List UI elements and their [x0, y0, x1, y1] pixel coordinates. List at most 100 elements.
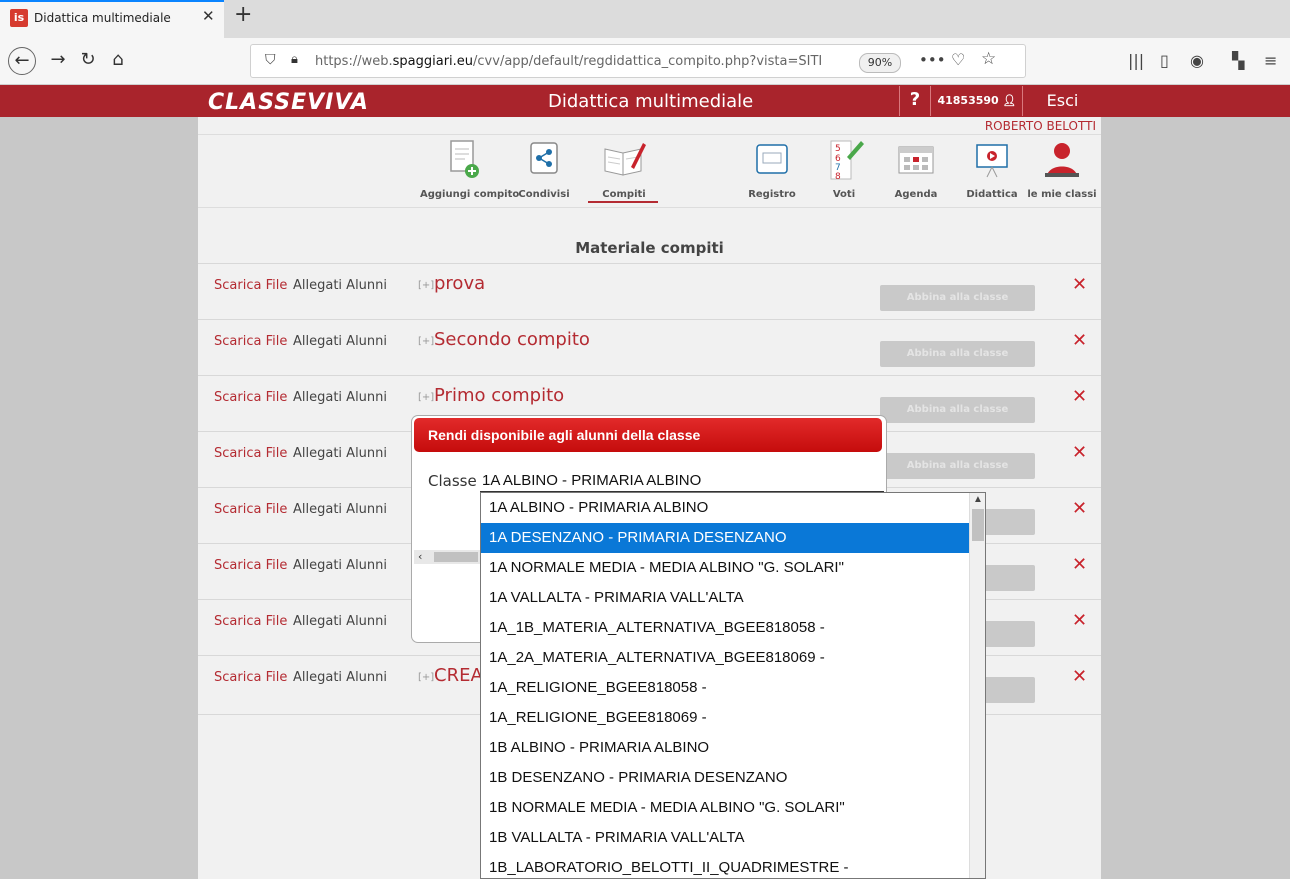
divider	[198, 207, 1101, 208]
horizontal-scrollbar[interactable]: ‹	[414, 550, 480, 564]
scrollbar-thumb[interactable]	[972, 509, 984, 541]
download-file-link[interactable]: Scarica File	[214, 502, 287, 517]
dropdown-option[interactable]: 1B_LABORATORIO_BELOTTI_II_QUADRIMESTRE -	[481, 853, 969, 878]
assign-class-button[interactable]: Abbina alla classe	[880, 341, 1035, 367]
download-file-link[interactable]: Scarica File	[214, 390, 287, 405]
dropdown-option[interactable]: 1A_2A_MATERIA_ALTERNATIVA_BGEE818069 -	[481, 643, 969, 673]
user-id[interactable]: 41853590 👤︎	[930, 86, 1023, 116]
nav-label: Aggiungi compito	[420, 189, 520, 200]
scroll-left-icon[interactable]: ‹	[418, 550, 422, 563]
student-attachments-link[interactable]: Allegati Alunni	[293, 446, 387, 461]
sidebar-icon[interactable]: ▯	[1160, 51, 1169, 70]
task-title[interactable]: Primo compito	[434, 385, 564, 406]
expand-toggle[interactable]: [+]	[418, 280, 434, 291]
teacher-icon	[1045, 143, 1079, 177]
assign-class-button[interactable]: Abbina alla classe	[880, 397, 1035, 423]
delete-icon[interactable]: ✕	[1072, 610, 1087, 631]
nav-aggiungi-compito[interactable]: Aggiungi compito	[420, 137, 520, 207]
account-icon[interactable]: ◉	[1190, 51, 1204, 70]
scroll-up-icon[interactable]: ▲	[973, 494, 983, 505]
dropdown-option[interactable]: 1A_RELIGIONE_BGEE818069 -	[481, 703, 969, 733]
student-attachments-link[interactable]: Allegati Alunni	[293, 614, 387, 629]
assign-class-button[interactable]: Abbina alla classe	[880, 285, 1035, 311]
download-file-link[interactable]: Scarica File	[214, 334, 287, 349]
delete-icon[interactable]: ✕	[1072, 442, 1087, 463]
delete-icon[interactable]: ✕	[1072, 666, 1087, 687]
dropdown-option[interactable]: 1B NORMALE MEDIA - MEDIA ALBINO "G. SOLA…	[481, 793, 969, 823]
student-attachments-link[interactable]: Allegati Alunni	[293, 334, 387, 349]
download-file-link[interactable]: Scarica File	[214, 614, 287, 629]
task-title[interactable]: CREA	[434, 665, 483, 686]
delete-icon[interactable]: ✕	[1072, 330, 1087, 351]
nav-label: Agenda	[894, 189, 938, 200]
task-row: Scarica File Allegati Alunni [+] Secondo…	[198, 319, 1101, 375]
student-attachments-link[interactable]: Allegati Alunni	[293, 278, 387, 293]
nav-label: Condivisi	[518, 189, 570, 200]
extensions-icon[interactable]: ▚	[1232, 51, 1244, 70]
close-tab-icon[interactable]: ✕	[202, 7, 215, 25]
library-icon[interactable]: |||	[1128, 51, 1144, 70]
bookmark-star-icon[interactable]: ☆	[981, 49, 996, 69]
pocket-icon[interactable]: ♡	[951, 50, 965, 69]
page-actions-icon[interactable]: •••	[919, 51, 946, 69]
reload-icon[interactable]: ↻	[74, 46, 102, 74]
student-attachments-link[interactable]: Allegati Alunni	[293, 558, 387, 573]
menu-icon[interactable]: ≡	[1264, 51, 1277, 70]
dropdown-scrollbar[interactable]: ▲	[969, 493, 985, 878]
dropdown-option[interactable]: 1A VALLALTA - PRIMARIA VALL'ALTA	[481, 583, 969, 613]
help-button[interactable]: ?	[899, 86, 930, 116]
book-pen-icon	[604, 143, 646, 176]
delete-icon[interactable]: ✕	[1072, 554, 1087, 575]
download-file-link[interactable]: Scarica File	[214, 670, 287, 685]
address-bar[interactable]: ⛉ 🔒︎ https://web.spaggiari.eu/cvv/app/de…	[250, 44, 1026, 78]
expand-toggle[interactable]: [+]	[418, 392, 434, 403]
task-title[interactable]: prova	[434, 273, 485, 294]
delete-icon[interactable]: ✕	[1072, 386, 1087, 407]
register-icon	[756, 144, 788, 174]
nav-le-mie-classi[interactable]: le mie classi	[1020, 137, 1104, 207]
dialog-title: Rendi disponibile agli alunni della clas…	[414, 418, 882, 452]
logout-button[interactable]: Esci	[1022, 86, 1102, 116]
student-attachments-link[interactable]: Allegati Alunni	[293, 390, 387, 405]
dropdown-option[interactable]: 1B ALBINO - PRIMARIA ALBINO	[481, 733, 969, 763]
tracking-shield-icon[interactable]: ⛉	[265, 52, 276, 68]
user-icon: 👤︎	[1002, 94, 1017, 107]
student-attachments-link[interactable]: Allegati Alunni	[293, 670, 387, 685]
nav-condivisi[interactable]: Condivisi	[502, 137, 586, 207]
student-attachments-link[interactable]: Allegati Alunni	[293, 502, 387, 517]
task-title[interactable]: Secondo compito	[434, 329, 590, 350]
class-dropdown-list[interactable]: 1A ALBINO - PRIMARIA ALBINO 1A DESENZANO…	[480, 492, 986, 879]
delete-icon[interactable]: ✕	[1072, 498, 1087, 519]
scrollbar-thumb[interactable]	[434, 552, 478, 562]
classeviva-logo: CLASSEVIVA	[208, 90, 369, 115]
dropdown-option[interactable]: 1A_RELIGIONE_BGEE818058 -	[481, 673, 969, 703]
forward-icon[interactable]: →	[44, 46, 72, 74]
dropdown-option[interactable]: 1A ALBINO - PRIMARIA ALBINO	[481, 493, 969, 523]
download-file-link[interactable]: Scarica File	[214, 278, 287, 293]
class-select[interactable]: 1A ALBINO - PRIMARIA ALBINO	[480, 470, 884, 492]
delete-icon[interactable]: ✕	[1072, 274, 1087, 295]
expand-toggle[interactable]: [+]	[418, 336, 434, 347]
browser-tab[interactable]: is Didattica multimediale ✕	[0, 0, 224, 38]
dropdown-option[interactable]: 1A_1B_MATERIA_ALTERNATIVA_BGEE818058 -	[481, 613, 969, 643]
navigation-toolbar: ← → ↻ ⌂ ⛉ 🔒︎ https://web.spaggiari.eu/cv…	[0, 38, 1290, 85]
dropdown-option-highlighted[interactable]: 1A DESENZANO - PRIMARIA DESENZANO	[481, 523, 969, 553]
dropdown-option[interactable]: 1B DESENZANO - PRIMARIA DESENZANO	[481, 763, 969, 793]
assign-class-button[interactable]: Abbina alla classe	[880, 453, 1035, 479]
home-icon[interactable]: ⌂	[104, 46, 132, 74]
new-tab-icon[interactable]: +	[234, 2, 252, 27]
expand-toggle[interactable]: [+]	[418, 672, 434, 683]
download-file-link[interactable]: Scarica File	[214, 558, 287, 573]
lock-icon[interactable]: 🔒︎	[291, 52, 298, 67]
dropdown-option[interactable]: 1A NORMALE MEDIA - MEDIA ALBINO "G. SOLA…	[481, 553, 969, 583]
url-text[interactable]: https://web.spaggiari.eu/cvv/app/default…	[315, 54, 822, 69]
presentation-icon	[976, 144, 1008, 178]
nav-compiti[interactable]: Compiti	[582, 137, 666, 207]
nav-agenda[interactable]: Agenda	[874, 137, 958, 207]
download-file-link[interactable]: Scarica File	[214, 446, 287, 461]
back-icon[interactable]: ←	[8, 47, 36, 75]
dropdown-option[interactable]: 1B VALLALTA - PRIMARIA VALL'ALTA	[481, 823, 969, 853]
section-title: Materiale compiti	[575, 239, 724, 257]
add-task-icon	[450, 140, 479, 178]
zoom-indicator[interactable]: 90%	[859, 53, 901, 73]
